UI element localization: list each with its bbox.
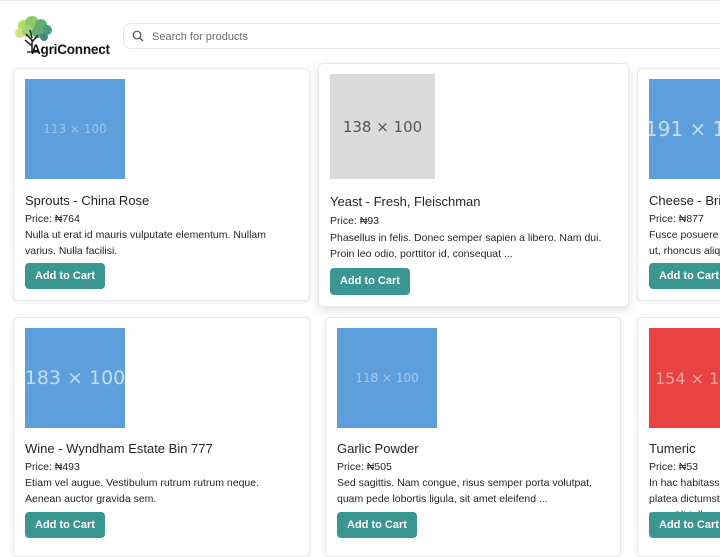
product-name[interactable]: Tumeric [649, 441, 695, 456]
product-name[interactable]: Wine - Wyndham Estate Bin 777 [25, 441, 213, 456]
product-image[interactable]: 154 × 100 [649, 328, 720, 428]
product-description: Fusce posuere felis sed lacus. Morbi sem… [649, 229, 720, 257]
image-placeholder-label: 113 × 100 [43, 122, 107, 136]
product-price: Price: ₦505 [337, 461, 392, 473]
add-to-cart-button[interactable]: Add to Cart [25, 512, 105, 538]
search-icon [132, 30, 144, 42]
logo-text: AgriConnect [31, 42, 110, 57]
logo[interactable]: AgriConnect [14, 16, 114, 58]
product-price: Price: ₦93 [330, 215, 380, 227]
add-to-cart-button[interactable]: Add to Cart [649, 263, 720, 289]
product-image[interactable]: 118 × 100 [337, 328, 437, 428]
product-price: Price: ₦53 [649, 461, 699, 473]
product-image[interactable]: 183 × 100 [25, 328, 125, 428]
add-to-cart-button[interactable]: Add to Cart [337, 512, 417, 538]
product-name[interactable]: Yeast - Fresh, Fleischman [330, 194, 481, 209]
product-price: Price: ₦764 [25, 213, 80, 225]
image-placeholder-label: 138 × 100 [342, 117, 423, 136]
product-card: 191 × 100 Cheese - Brie Price: ₦877 Fusc… [637, 68, 720, 301]
product-card: 113 × 100 Sprouts - China Rose Price: ₦7… [13, 68, 310, 301]
product-description: Sed sagittis. Nam congue, risus semper p… [337, 477, 593, 505]
product-image[interactable]: 138 × 100 [330, 74, 435, 179]
product-name[interactable]: Cheese - Brie [649, 193, 720, 208]
product-card: 118 × 100 Garlic Powder Price: ₦505 Sed … [325, 317, 621, 557]
image-placeholder-label: 154 × 100 [655, 368, 720, 388]
image-placeholder-label: 118 × 100 [355, 371, 419, 385]
add-to-cart-button[interactable]: Add to Cart [330, 268, 410, 295]
product-name[interactable]: Garlic Powder [337, 441, 419, 456]
product-card: 138 × 100 Yeast - Fresh, Fleischman Pric… [318, 63, 629, 307]
product-name[interactable]: Sprouts - China Rose [25, 193, 149, 208]
product-price: Price: ₦493 [25, 461, 80, 473]
image-placeholder-label: 183 × 100 [25, 367, 125, 389]
product-image[interactable]: 113 × 100 [25, 79, 125, 179]
product-card: 154 × 100 Tumeric Price: ₦53 In hac habi… [637, 317, 720, 557]
product-description: Phasellus in felis. Donec semper sapien … [330, 232, 602, 260]
search-input[interactable] [150, 26, 714, 48]
product-description: Etiam vel augue. Vestibulum rutrum rutru… [25, 477, 260, 505]
add-to-cart-button[interactable]: Add to Cart [25, 263, 105, 289]
product-price: Price: ₦877 [649, 213, 704, 225]
add-to-cart-button[interactable]: Add to Cart [649, 512, 720, 538]
header: AgriConnect [0, 0, 720, 62]
product-description: Nulla ut erat id mauris vulputate elemen… [25, 229, 267, 257]
product-card: 183 × 100 Wine - Wyndham Estate Bin 777 … [13, 317, 310, 557]
product-image[interactable]: 191 × 100 [649, 79, 720, 179]
image-placeholder-label: 191 × 100 [649, 117, 720, 141]
search-bar[interactable] [123, 23, 720, 49]
